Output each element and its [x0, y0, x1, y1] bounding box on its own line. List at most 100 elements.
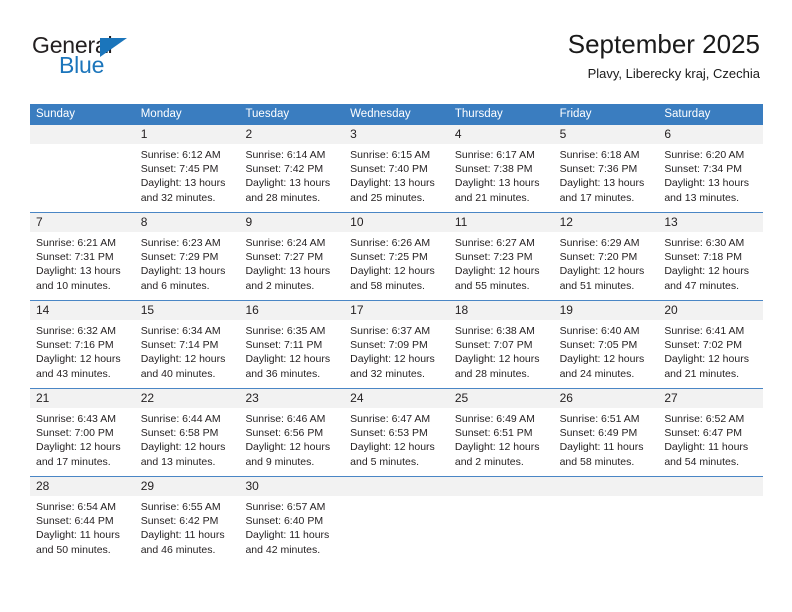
day-detail-line: Sunrise: 6:47 AM [350, 413, 431, 425]
day-detail-line: and 17 minutes. [559, 191, 635, 204]
day-cell-30[interactable]: 30 Sunrise: 6:57 AM Sunset: 6:40 PM Dayligh… [239, 477, 345, 564]
day-details: Sunrise: 6:46 AM Sunset: 6:56 PM Daylight:… [239, 408, 344, 476]
day-detail-line: Sunrise: 6:30 AM [664, 237, 745, 249]
day-detail-line: and 28 minutes. [245, 191, 321, 204]
day-number [344, 477, 449, 496]
day-detail-line: and 25 minutes. [350, 191, 425, 204]
day-cell-26[interactable]: 26 Sunrise: 6:51 AM Sunset: 6:49 PM Dayligh… [553, 389, 659, 476]
day-detail-line: and 54 minutes. [664, 455, 740, 468]
day-details: Sunrise: 6:38 AM Sunset: 7:07 PM Daylight:… [449, 320, 554, 388]
day-cell-18[interactable]: 18 Sunrise: 6:38 AM Sunset: 7:07 PM Dayligh… [448, 301, 554, 388]
day-detail-line: Sunset: 7:27 PM [245, 251, 324, 264]
day-cell-17[interactable]: 17 Sunrise: 6:37 AM Sunset: 7:09 PM Dayligh… [344, 301, 449, 388]
day-detail-line: Sunrise: 6:44 AM [140, 413, 221, 425]
day-cell-28[interactable]: 28 Sunrise: 6:54 AM Sunset: 6:44 PM Dayligh… [30, 477, 135, 564]
day-detail-line: and 43 minutes. [36, 367, 111, 380]
day-number: 17 [344, 301, 449, 320]
day-cell-2[interactable]: 2 Sunrise: 6:14 AM Sunset: 7:42 PM Daylight… [239, 125, 345, 212]
day-details: Sunrise: 6:47 AM Sunset: 6:53 PM Daylight:… [344, 408, 449, 476]
day-cell-23[interactable]: 23 Sunrise: 6:46 AM Sunset: 6:56 PM Dayligh… [239, 389, 345, 476]
day-number: 9 [239, 213, 345, 232]
day-cell-11[interactable]: 11 Sunrise: 6:27 AM Sunset: 7:23 PM Dayligh… [448, 213, 554, 300]
day-detail-line: and 5 minutes. [350, 455, 420, 468]
day-cell-14[interactable]: 14 Sunrise: 6:32 AM Sunset: 7:16 PM Dayligh… [30, 301, 135, 388]
day-detail-line: Sunset: 7:36 PM [559, 163, 638, 176]
day-cell-24[interactable]: 24 Sunrise: 6:47 AM Sunset: 6:53 PM Dayligh… [344, 389, 449, 476]
day-details: Sunrise: 6:55 AM Sunset: 6:42 PM Daylight:… [135, 496, 240, 564]
day-cell-15[interactable]: 15 Sunrise: 6:34 AM Sunset: 7:14 PM Dayligh… [134, 301, 240, 388]
day-detail-line: Sunrise: 6:37 AM [350, 325, 431, 337]
day-detail-line: and 2 minutes. [245, 279, 315, 292]
day-detail-line: Sunrise: 6:41 AM [664, 325, 745, 337]
day-detail-line: Sunset: 7:20 PM [559, 251, 638, 264]
day-detail-line: and 24 minutes. [559, 367, 635, 380]
day-cell-3[interactable]: 3 Sunrise: 6:15 AM Sunset: 7:40 PM Daylight… [344, 125, 449, 212]
day-detail-line: Daylight: 12 hours [559, 265, 645, 278]
day-cell-8[interactable]: 8 Sunrise: 6:23 AM Sunset: 7:29 PM Daylight… [134, 213, 240, 300]
day-detail-line: and 28 minutes. [454, 367, 530, 380]
day-cell-empty [30, 125, 135, 212]
day-detail-line: Sunset: 6:51 PM [454, 427, 533, 440]
day-detail-line: Daylight: 11 hours [559, 441, 644, 454]
day-cell-4[interactable]: 4 Sunrise: 6:17 AM Sunset: 7:38 PM Daylight… [448, 125, 554, 212]
day-detail-line: Sunrise: 6:26 AM [350, 237, 431, 249]
day-detail-line: Sunrise: 6:20 AM [664, 149, 745, 161]
day-details: Sunrise: 6:17 AM Sunset: 7:38 PM Daylight:… [449, 144, 554, 212]
day-cell-1[interactable]: 1 Sunrise: 6:12 AM Sunset: 7:45 PM Daylight… [134, 125, 240, 212]
day-details: Sunrise: 6:57 AM Sunset: 6:40 PM Daylight:… [239, 496, 344, 564]
day-detail-line: Sunrise: 6:14 AM [245, 149, 326, 161]
week-row: 28 Sunrise: 6:54 AM Sunset: 6:44 PM Dayligh… [30, 476, 764, 564]
day-detail-line: and 55 minutes. [454, 279, 530, 292]
day-number: 14 [30, 301, 135, 320]
day-detail-line: Sunset: 6:58 PM [140, 427, 219, 440]
day-detail-line: Daylight: 12 hours [454, 265, 540, 278]
weekday-header-friday: Friday [559, 108, 592, 120]
day-detail-line: Sunrise: 6:24 AM [245, 237, 326, 249]
day-detail-line: Sunrise: 6:55 AM [140, 501, 221, 513]
day-detail-line: Sunset: 7:16 PM [36, 339, 114, 352]
day-cell-9[interactable]: 9 Sunrise: 6:24 AM Sunset: 7:27 PM Daylight… [239, 213, 345, 300]
day-detail-line: Sunset: 6:56 PM [245, 427, 324, 440]
day-cell-29[interactable]: 29 Sunrise: 6:55 AM Sunset: 6:42 PM Dayligh… [134, 477, 240, 564]
day-number [448, 477, 554, 496]
day-detail-line: Sunrise: 6:38 AM [454, 325, 535, 337]
day-cell-5[interactable]: 5 Sunrise: 6:18 AM Sunset: 7:36 PM Daylight… [553, 125, 659, 212]
day-cell-12[interactable]: 12 Sunrise: 6:29 AM Sunset: 7:20 PM Dayligh… [553, 213, 659, 300]
day-detail-line: and 9 minutes. [245, 455, 315, 468]
day-cell-22[interactable]: 22 Sunrise: 6:44 AM Sunset: 6:58 PM Dayligh… [134, 389, 240, 476]
day-detail-line: Sunrise: 6:54 AM [36, 501, 116, 513]
day-detail-line: Sunset: 6:42 PM [140, 515, 219, 528]
day-number [30, 125, 135, 144]
day-number: 26 [553, 389, 659, 408]
day-number: 10 [344, 213, 449, 232]
day-detail-line: and 32 minutes. [140, 191, 216, 204]
day-detail-line: Sunrise: 6:29 AM [559, 237, 640, 249]
day-detail-line: Sunset: 6:47 PM [664, 427, 742, 440]
day-detail-line: Sunrise: 6:15 AM [350, 149, 431, 161]
day-cell-7[interactable]: 7 Sunrise: 6:21 AM Sunset: 7:31 PM Daylight… [30, 213, 135, 300]
day-cell-empty [658, 477, 764, 564]
day-details [30, 144, 135, 212]
day-details: Sunrise: 6:37 AM Sunset: 7:09 PM Daylight:… [344, 320, 449, 388]
day-cell-20[interactable]: 20 Sunrise: 6:41 AM Sunset: 7:02 PM Dayligh… [658, 301, 764, 388]
day-cell-21[interactable]: 21 Sunrise: 6:43 AM Sunset: 7:00 PM Dayligh… [30, 389, 135, 476]
day-number: 27 [658, 389, 764, 408]
day-cell-25[interactable]: 25 Sunrise: 6:49 AM Sunset: 6:51 PM Dayligh… [448, 389, 554, 476]
day-detail-line: Daylight: 12 hours [140, 441, 226, 454]
day-detail-line: Daylight: 12 hours [350, 441, 435, 454]
day-detail-line: Daylight: 12 hours [245, 353, 331, 366]
day-number: 2 [239, 125, 345, 144]
day-number: 6 [658, 125, 764, 144]
day-cell-27[interactable]: 27 Sunrise: 6:52 AM Sunset: 6:47 PM Dayligh… [658, 389, 764, 476]
day-cell-10[interactable]: 10 Sunrise: 6:26 AM Sunset: 7:25 PM Dayligh… [344, 213, 449, 300]
day-cell-6[interactable]: 6 Sunrise: 6:20 AM Sunset: 7:34 PM Daylight… [658, 125, 764, 212]
day-cell-16[interactable]: 16 Sunrise: 6:35 AM Sunset: 7:11 PM Dayligh… [239, 301, 345, 388]
day-detail-line: Sunrise: 6:27 AM [454, 237, 535, 249]
day-detail-line: Sunset: 7:38 PM [454, 163, 533, 176]
day-detail-line: Sunset: 7:00 PM [36, 427, 114, 440]
day-number: 1 [134, 125, 240, 144]
day-cell-19[interactable]: 19 Sunrise: 6:40 AM Sunset: 7:05 PM Dayligh… [553, 301, 659, 388]
day-cell-13[interactable]: 13 Sunrise: 6:30 AM Sunset: 7:18 PM Dayligh… [658, 213, 764, 300]
week-row: 14 Sunrise: 6:32 AM Sunset: 7:16 PM Dayligh… [30, 300, 764, 388]
day-details: Sunrise: 6:49 AM Sunset: 6:51 PM Daylight:… [449, 408, 554, 476]
